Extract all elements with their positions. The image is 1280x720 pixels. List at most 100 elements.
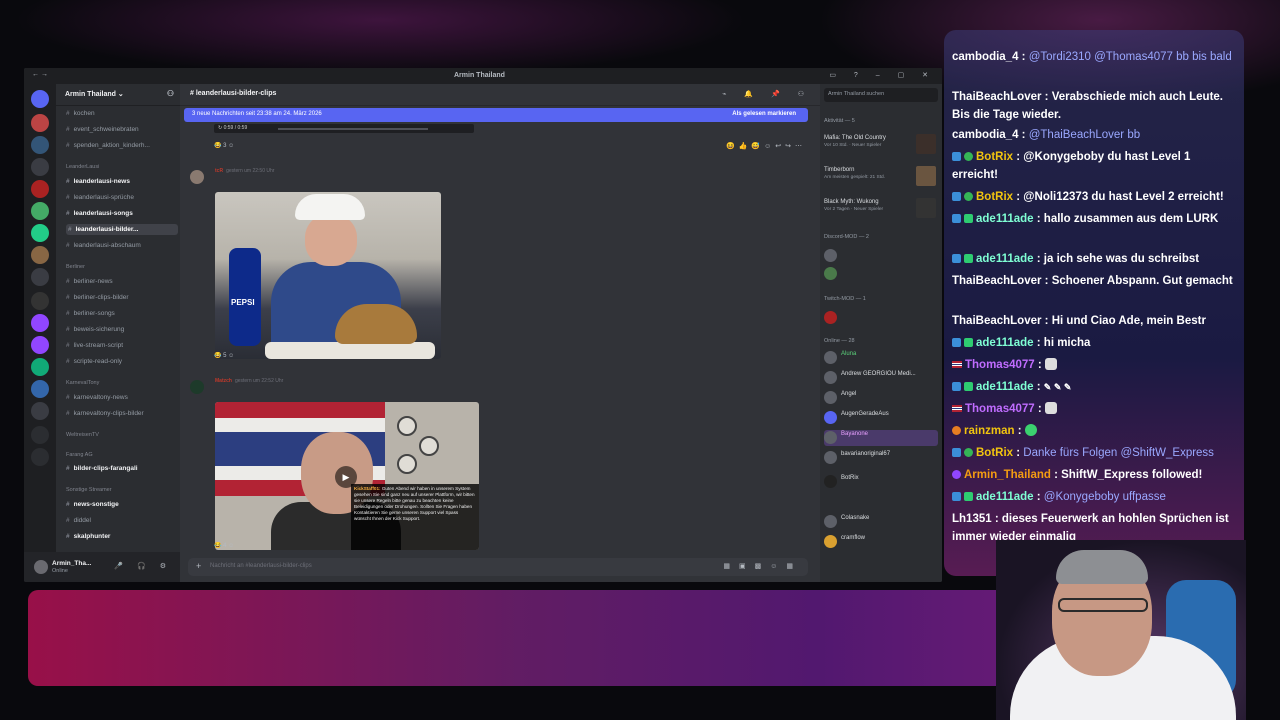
- channel-leanderlausi-songs[interactable]: # leanderlausi-songs: [66, 210, 178, 217]
- add-member-icon[interactable]: ⚇: [167, 89, 174, 98]
- discord-home-icon[interactable]: [31, 90, 49, 108]
- server-icon[interactable]: [31, 158, 49, 176]
- member-item[interactable]: BotRix: [824, 474, 938, 490]
- chat-line: BotRix : @Noli12373 du hast Level 2 erre…: [952, 188, 1236, 206]
- chat-line: ThaiBeachLover : Verabschiede mich auch …: [952, 91, 1224, 121]
- avatar[interactable]: [190, 170, 204, 184]
- avatar[interactable]: [190, 380, 204, 394]
- header-icons[interactable]: ⌁ 🔔 📌 ⚇: [722, 90, 812, 98]
- add-server-icon[interactable]: [31, 426, 49, 444]
- window-controls[interactable]: ▭ ? – ▢ ✕: [829, 71, 936, 79]
- chat-line: BotRix : Danke fürs Folgen @ShiftW_Expre…: [952, 444, 1236, 462]
- member-item[interactable]: bavarianoriginal67: [824, 450, 938, 466]
- channel-kochen[interactable]: # kochen: [66, 110, 178, 117]
- category-karnevaltony[interactable]: KarnevalTony: [66, 380, 178, 386]
- channel-leanderlausi-bilder[interactable]: # leanderlausi-bilder...: [66, 224, 178, 235]
- emote-icon: [1044, 402, 1057, 414]
- media-progress[interactable]: [278, 128, 428, 130]
- member-item[interactable]: [824, 310, 938, 326]
- server-icon[interactable]: [31, 380, 49, 398]
- server-icon[interactable]: [31, 246, 49, 264]
- server-icon[interactable]: [31, 180, 49, 198]
- server-icon[interactable]: [31, 292, 49, 310]
- channel-spenden[interactable]: # spenden_aktion_kinderh...: [66, 142, 178, 149]
- category-berliner[interactable]: Berliner: [66, 264, 178, 270]
- channel-beweis[interactable]: # beweis-sicherung: [66, 326, 178, 333]
- category-farang[interactable]: Farang AG: [66, 452, 178, 458]
- activity-header: Aktivität — 5: [824, 118, 855, 124]
- member-item[interactable]: Andrew GEORGIOU Medi...: [824, 370, 938, 386]
- mic-headset-settings-icons[interactable]: 🎤 🎧 ⚙: [114, 562, 172, 570]
- channel-live-stream[interactable]: # live-stream-script: [66, 342, 178, 349]
- server-header[interactable]: Armin Thailand ⌄ ⚇: [56, 84, 180, 106]
- reaction-badge[interactable]: 😂 3 ☺: [214, 142, 234, 149]
- window-title: Armin Thailand: [454, 72, 505, 79]
- search-input[interactable]: Armin Thailand suchen: [824, 88, 938, 102]
- channel-leanderlausi-abschaum[interactable]: # leanderlausi-abschaum: [66, 242, 178, 249]
- channel-header: # leanderlausi-bilder-clips ⌁ 🔔 📌 ⚇: [180, 84, 820, 106]
- member-item[interactable]: AugenGeradeAus: [824, 410, 938, 426]
- chat-line: ade111ade : hi micha: [952, 334, 1236, 352]
- channel-berliner-clips[interactable]: # berliner-clips-bilder: [66, 294, 178, 301]
- member-list: Armin Thailand suchen Aktivität — 5 Mafi…: [820, 84, 942, 582]
- user-panel: Armin_Tha... Online 🎤 🎧 ⚙: [24, 552, 180, 582]
- media-player[interactable]: ↻ 0:59 / 0:59: [214, 124, 474, 133]
- server-name: Armin Thailand: [65, 91, 116, 98]
- avatar[interactable]: [34, 560, 48, 574]
- category-weltreisentv[interactable]: WeltreisenTV: [66, 432, 178, 438]
- channel-diddel[interactable]: # diddel: [66, 517, 178, 524]
- chat-line: rainzman :: [952, 422, 1236, 440]
- mark-read-button[interactable]: Als gelesen markieren: [732, 111, 796, 117]
- emote-icon: [1044, 358, 1057, 370]
- member-item[interactable]: [824, 248, 938, 264]
- category-leanderlausi[interactable]: LeanderLausi: [66, 164, 178, 170]
- activity-item[interactable]: Black Myth: Wukong Vor 2 Tagen · Neuer Sp…: [824, 198, 938, 218]
- plus-icon[interactable]: +: [196, 561, 201, 571]
- member-item[interactable]: Bayanone: [824, 430, 938, 446]
- chat-line: BotRix : @Konygeboby du hast Level 1 err…: [952, 151, 1191, 181]
- reaction-badge[interactable]: 😂 4 ☺: [214, 542, 234, 549]
- pepsi-label: PEPSI: [231, 298, 255, 307]
- channel-karnevaltony-news[interactable]: # karnevaltony-news: [66, 394, 178, 401]
- channel-karnevaltony-clips[interactable]: # karnevaltony-clips-bilder: [66, 410, 178, 417]
- online-header: Online — 28: [824, 338, 855, 344]
- new-messages-banner[interactable]: 3 neue Nachrichten seit 23:38 am 24. Mär…: [184, 108, 808, 122]
- channel-bilder-clips-farangali[interactable]: # bilder-clips-farangali: [66, 465, 178, 472]
- chat-line: ade111ade : @Konygeboby uffpasse: [952, 488, 1236, 506]
- channel-leanderlausi-sprueche[interactable]: # leanderlausi-sprüche: [66, 194, 178, 201]
- discover-icon[interactable]: [31, 448, 49, 466]
- channel-leanderlausi-news[interactable]: # leanderlausi-news: [66, 178, 178, 185]
- reaction-badge[interactable]: 😂 5 ☺: [214, 352, 234, 359]
- member-item[interactable]: cramflow: [824, 534, 938, 550]
- channel-berliner-songs[interactable]: # berliner-songs: [66, 310, 178, 317]
- activity-item[interactable]: Mafia: The Old Country Vor 10 Std. · Neue…: [824, 134, 938, 154]
- server-icon[interactable]: [31, 402, 49, 420]
- server-icon[interactable]: [31, 224, 49, 242]
- server-icon[interactable]: [31, 202, 49, 220]
- server-icon[interactable]: [31, 136, 49, 154]
- channel-event[interactable]: # event_schweinebraten: [66, 126, 178, 133]
- channel-news-sonstige[interactable]: # news-sonstige: [66, 501, 178, 508]
- chat-line: ade111ade : ja ich sehe was du schreibst: [952, 250, 1236, 268]
- message-actions[interactable]: 😆👍😅☺↩↪⋯: [726, 142, 806, 150]
- composer-icons[interactable]: ▦▣▩☺▦: [723, 562, 802, 570]
- server-icon[interactable]: [31, 114, 49, 132]
- user-name: Armin_Tha...: [52, 560, 92, 567]
- category-sonstige[interactable]: Sonstige Streamer: [66, 487, 178, 493]
- member-item[interactable]: Angel: [824, 390, 938, 406]
- video-thumbnail[interactable]: ▶ KickStaff01: Guten Abend wir haben in …: [215, 402, 479, 550]
- message-composer[interactable]: + Nachricht an #leanderlausi-bilder-clip…: [188, 558, 808, 576]
- member-item[interactable]: Colasnake: [824, 514, 938, 530]
- chef-photo[interactable]: PEPSI: [215, 192, 441, 359]
- channel-scripte[interactable]: # scripte-read-only: [66, 358, 178, 365]
- back-forward-icon[interactable]: ← →: [32, 71, 48, 78]
- member-item[interactable]: [824, 266, 938, 282]
- twitch-server-icon[interactable]: [31, 314, 49, 332]
- activity-item[interactable]: Timberborn Am meisten gespielt: 21 Std.: [824, 166, 938, 186]
- server-icon[interactable]: [31, 358, 49, 376]
- twitch-server-icon[interactable]: [31, 336, 49, 354]
- channel-skalphunter[interactable]: # skalphunter: [66, 533, 178, 540]
- server-icon[interactable]: [31, 268, 49, 286]
- member-item[interactable]: Aluna: [824, 350, 938, 366]
- channel-berliner-news[interactable]: # berliner-news: [66, 278, 178, 285]
